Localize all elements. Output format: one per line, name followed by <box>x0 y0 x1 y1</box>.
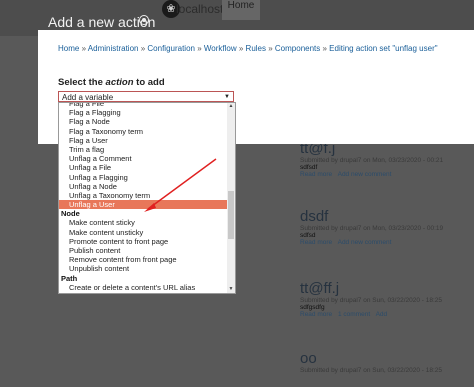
read-more-link[interactable]: Read more <box>300 171 332 178</box>
red-arrow-annotation <box>144 158 217 212</box>
breadcrumb-components[interactable]: Components <box>275 44 320 53</box>
breadcrumb-rules[interactable]: Rules <box>246 44 266 53</box>
comment-count-link[interactable]: 1 comment <box>338 311 370 318</box>
option-create-or-delete-a-content-s-url-alias[interactable]: Create or delete a content's URL alias <box>59 283 229 292</box>
node-meta: Submitted by drupal7 on Sun, 03/22/2020 … <box>300 367 443 374</box>
breadcrumb: Home » Administration » Configuration » … <box>58 44 438 53</box>
node-title[interactable]: tt@ff.j <box>300 280 442 297</box>
node-teaser-3: tt@ff.j Submitted by drupal7 on Sun, 03/… <box>300 280 442 318</box>
label-suffix: to add <box>133 77 165 88</box>
breadcrumb-configuration[interactable]: Configuration <box>147 44 195 53</box>
optgroup-path: Path <box>61 273 78 283</box>
option-flag-a-flagging[interactable]: Flag a Flagging <box>59 108 229 117</box>
breadcrumb-editing-action-set[interactable]: Editing action set "unflag user" <box>329 44 437 53</box>
label-prefix: Select the <box>58 77 106 88</box>
tab-home[interactable]: Home <box>222 0 260 20</box>
add-comment-link[interactable]: Add <box>376 311 388 318</box>
info-icon[interactable] <box>139 15 149 25</box>
option-promote-content-to-front-page[interactable]: Promote content to front page <box>59 237 229 246</box>
option-flag-a-user[interactable]: Flag a User <box>59 136 229 145</box>
node-meta: Submitted by drupal7 on Mon, 03/23/2020 … <box>300 157 444 164</box>
node-body: sdfsd <box>300 232 316 239</box>
option-make-content-sticky[interactable]: Make content sticky <box>59 218 229 227</box>
option-remove-content-from-front-page[interactable]: Remove content from front page <box>59 255 229 264</box>
node-body: sdfgsdfg <box>300 304 325 311</box>
node-title[interactable]: oo <box>300 350 442 367</box>
node-links: Read more Add new comment <box>300 239 443 246</box>
label-em: action <box>105 77 134 88</box>
breadcrumb-home[interactable]: Home <box>58 44 79 53</box>
option-flag-a-node[interactable]: Flag a Node <box>59 117 229 126</box>
node-links: Read more Add new comment <box>300 171 443 178</box>
breadcrumb-workflow[interactable]: Workflow <box>204 44 237 53</box>
node-title[interactable]: dsdf <box>300 208 443 225</box>
option-make-content-unsticky[interactable]: Make content unsticky <box>59 228 229 237</box>
action-select-value: Add a variable <box>62 93 114 102</box>
node-teaser-1: tt@f.j Submitted by drupal7 on Mon, 03/2… <box>300 140 443 178</box>
site-name[interactable]: localhost <box>176 2 223 16</box>
option-unpublish-content[interactable]: Unpublish content <box>59 264 229 273</box>
dropdown-scrollbar[interactable]: ▲ ▼ <box>227 103 235 293</box>
read-more-link[interactable]: Read more <box>300 311 332 318</box>
node-teaser-2: dsdf Submitted by drupal7 on Mon, 03/23/… <box>300 208 443 246</box>
scrollbar-thumb[interactable] <box>228 191 234 239</box>
breadcrumb-administration[interactable]: Administration <box>88 44 139 53</box>
node-links: Read more 1 comment Add <box>300 311 442 318</box>
node-meta: Submitted by drupal7 on Mon, 03/23/2020 … <box>300 225 444 232</box>
option-publish-content[interactable]: Publish content <box>59 246 229 255</box>
add-comment-link[interactable]: Add new comment <box>338 171 392 178</box>
add-comment-link[interactable]: Add new comment <box>338 239 392 246</box>
option-trim-a-flag[interactable]: Trim a flag <box>59 145 229 154</box>
node-body: sdfsdf <box>300 164 318 171</box>
option-flag-a-taxonomy-term[interactable]: Flag a Taxonomy term <box>59 127 229 136</box>
scroll-up-icon[interactable]: ▲ <box>227 103 235 110</box>
node-meta: Submitted by drupal7 on Sun, 03/22/2020 … <box>300 297 443 304</box>
action-select[interactable]: Add a variable ▼ <box>58 91 234 102</box>
node-teaser-4: oo Submitted by drupal7 on Sun, 03/22/20… <box>300 350 442 374</box>
scroll-down-icon[interactable]: ▼ <box>227 286 235 293</box>
select-action-label: Select the action to add <box>58 77 165 88</box>
read-more-link[interactable]: Read more <box>300 239 332 246</box>
